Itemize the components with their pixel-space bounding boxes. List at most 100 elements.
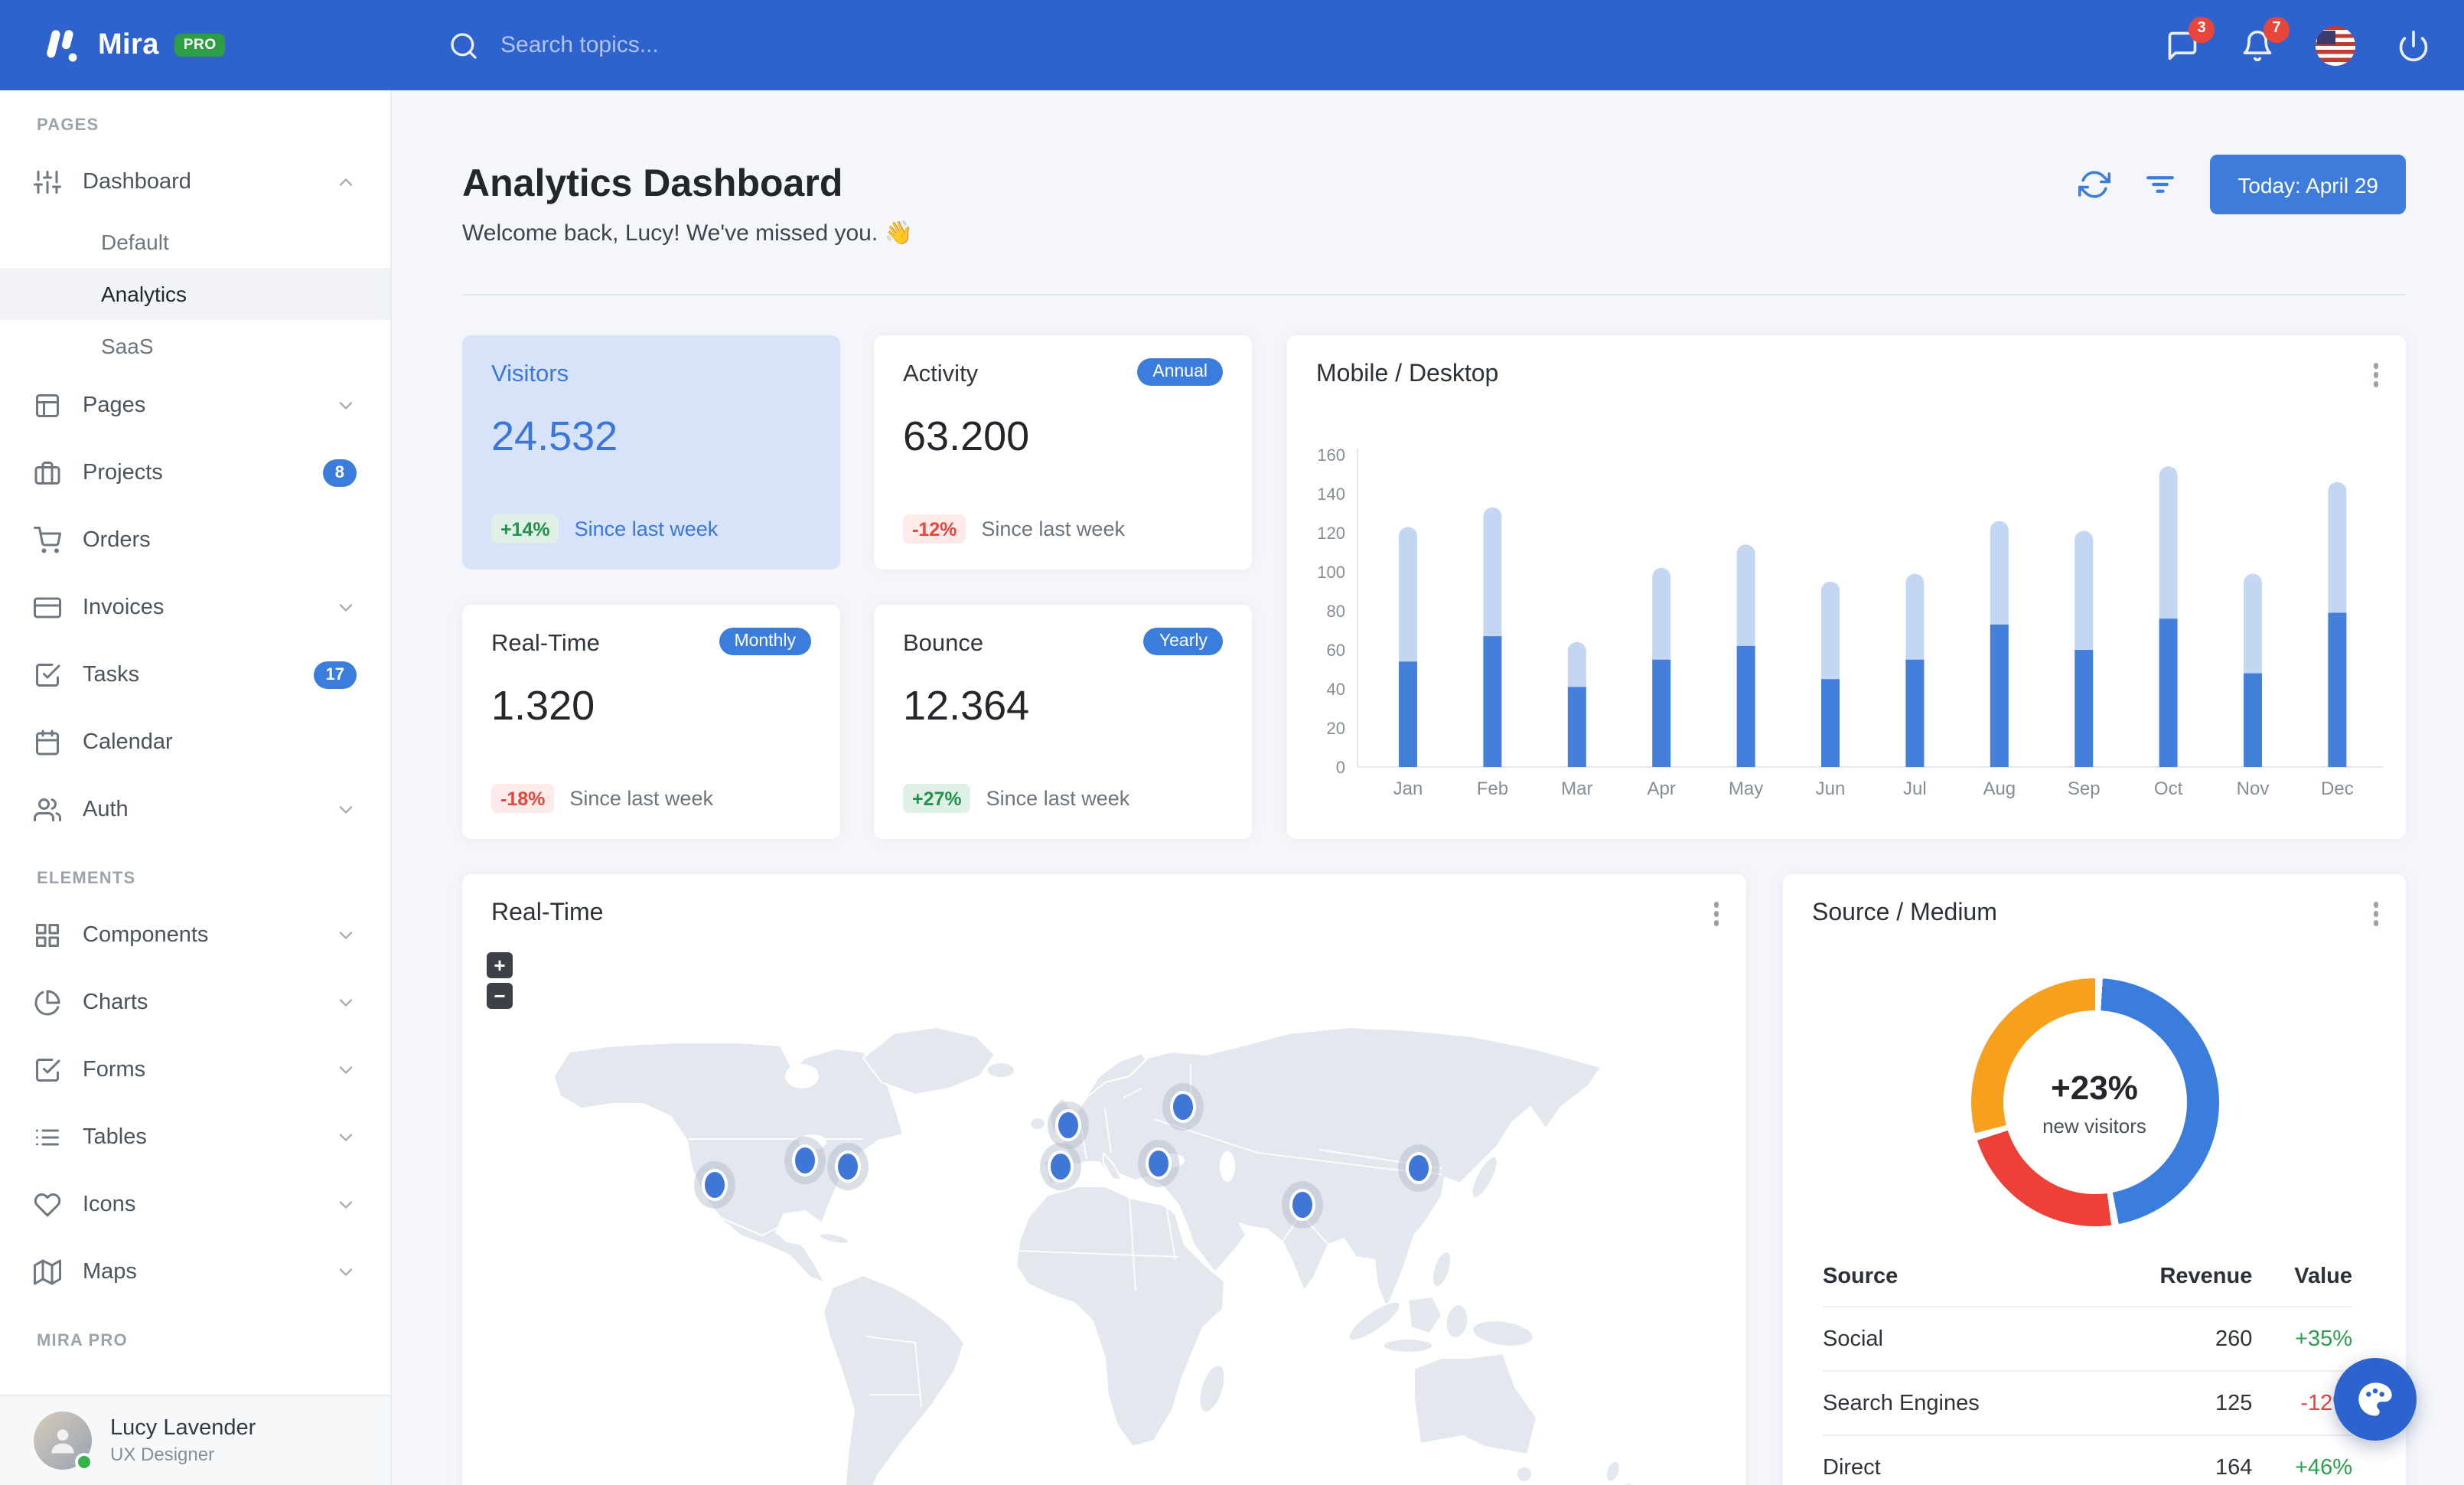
stat-card-activity: Activity Annual 63.200 -12% Since last week — [874, 335, 1252, 570]
sidebar-subitem-saas[interactable]: SaaS — [0, 320, 390, 372]
header-divider — [462, 294, 2406, 295]
bar-mobile-Apr — [1652, 659, 1671, 767]
sidebar-item-badge: 8 — [322, 459, 357, 487]
chevron-down-icon — [335, 1059, 357, 1081]
sidebar: PAGES Dashboard Default Analytics SaaS Pages P… — [0, 90, 392, 1485]
cell-revenue: 125 — [2092, 1370, 2253, 1435]
donut-center-value: +23% — [2051, 1068, 2138, 1106]
theme-settings-button[interactable] — [2334, 1358, 2417, 1441]
svg-text:Nov: Nov — [2237, 778, 2270, 799]
sidebar-subitem-analytics[interactable]: Analytics — [0, 268, 390, 320]
more-vertical-icon[interactable] — [1710, 899, 1722, 929]
date-button[interactable]: Today: April 29 — [2210, 155, 2406, 214]
bar-desktop-Nov — [2244, 573, 2262, 683]
stat-period-pill[interactable]: Monthly — [719, 628, 811, 655]
sidebar-item-auth[interactable]: Auth — [0, 776, 390, 844]
sidebar-item-label: Pages — [83, 393, 146, 418]
map-marker-india[interactable] — [1289, 1189, 1315, 1221]
sidebar-item-dashboard[interactable]: Dashboard — [0, 148, 390, 216]
svg-text:100: 100 — [1317, 563, 1345, 582]
svg-text:Sep: Sep — [2068, 778, 2101, 799]
search-input[interactable] — [497, 31, 993, 60]
map-zoom-out-button[interactable]: − — [487, 983, 513, 1009]
main-content: Analytics Dashboard Welcome back, Lucy! … — [390, 90, 2464, 1485]
sidebar-item-label: Tasks — [83, 663, 140, 687]
sidebar-item-pages[interactable]: Pages — [0, 372, 390, 439]
donut-center: +23% new visitors — [1970, 978, 2218, 1226]
sidebar-item-tables[interactable]: Tables — [0, 1104, 390, 1171]
sidebar-section-label: ELEMENTS — [37, 870, 136, 888]
sidebar-item-invoices[interactable]: Invoices — [0, 574, 390, 641]
svg-text:Feb: Feb — [1477, 778, 1508, 799]
user-name: Lucy Lavender — [110, 1416, 256, 1441]
sidebar-item-calendar[interactable]: Calendar — [0, 709, 390, 776]
stats-grid: Visitors 24.532 +14% Since last week Activit… — [462, 335, 1252, 839]
map-marker-new-york[interactable] — [835, 1150, 861, 1183]
page-title: Analytics Dashboard — [462, 162, 843, 205]
stat-delta-badge: -12% — [903, 514, 966, 543]
sidebar-item-projects[interactable]: Projects 8 — [0, 439, 390, 507]
map-marker-china[interactable] — [1406, 1152, 1432, 1184]
stat-delta-badge: -18% — [491, 784, 555, 813]
card-title: Source / Medium — [1812, 900, 1997, 926]
sidebar-item-tasks[interactable]: Tasks 17 — [0, 641, 390, 709]
notifications-button[interactable]: 7 — [2241, 16, 2290, 62]
brand[interactable]: Mira PRO — [0, 24, 392, 67]
chevron-down-icon — [335, 1194, 357, 1216]
refresh-button[interactable] — [2078, 168, 2111, 201]
sidebar-item-orders[interactable]: Orders — [0, 507, 390, 574]
sidebar-item-label: Icons — [83, 1193, 136, 1217]
stat-period-pill[interactable]: Yearly — [1143, 628, 1223, 655]
notifications-badge: 7 — [2264, 16, 2290, 42]
sidebar-item-components[interactable]: Components — [0, 902, 390, 969]
sidebar-item-maps[interactable]: Maps — [0, 1239, 390, 1306]
svg-text:Dec: Dec — [2321, 778, 2354, 799]
sidebar-item-badge: 17 — [313, 661, 357, 689]
sidebar-subitem-default[interactable]: Default — [0, 216, 390, 268]
map-zoom-in-button[interactable]: + — [487, 952, 513, 978]
bar-mobile-Sep — [2075, 650, 2094, 767]
map-marker-madrid[interactable] — [1048, 1150, 1074, 1183]
signout-button[interactable] — [2397, 28, 2430, 62]
bar-desktop-Jan — [1399, 527, 1417, 671]
sidebar-item-label: Tables — [83, 1125, 147, 1150]
check-square-icon — [34, 1056, 61, 1084]
filter-button[interactable] — [2144, 168, 2176, 201]
sidebar-item-icons[interactable]: Icons — [0, 1171, 390, 1239]
stat-period-pill[interactable]: Annual — [1137, 358, 1223, 386]
cell-revenue: 260 — [2092, 1306, 2253, 1371]
svg-text:Oct: Oct — [2154, 778, 2183, 799]
sidebar-item-label: Projects — [83, 461, 163, 485]
world-map[interactable]: + − — [462, 935, 1746, 1485]
bar-desktop-Aug — [1990, 521, 2009, 634]
map-marker-london[interactable] — [1055, 1109, 1081, 1141]
heart-icon — [34, 1191, 61, 1219]
svg-text:120: 120 — [1317, 524, 1345, 543]
messages-button[interactable]: 3 — [2166, 16, 2215, 62]
grid-icon — [34, 922, 61, 949]
language-flag-us-icon[interactable] — [2316, 25, 2355, 65]
map-marker-san-francisco[interactable] — [702, 1169, 728, 1201]
stat-card-bounce: Bounce Yearly 12.364 +27% Since last week — [874, 605, 1252, 839]
search-icon[interactable] — [448, 30, 479, 60]
avatar — [34, 1412, 93, 1471]
map-icon — [34, 1258, 61, 1286]
map-marker-black-sea[interactable] — [1146, 1147, 1172, 1180]
sidebar-nav: PAGES Dashboard Default Analytics SaaS Pages P… — [0, 90, 390, 1364]
map-marker-moscow[interactable] — [1170, 1091, 1196, 1123]
sidebar-item-label: Components — [83, 923, 209, 948]
sidebar-item-label: Maps — [83, 1260, 137, 1284]
svg-text:140: 140 — [1317, 485, 1345, 504]
app-root: Mira PRO 3 7 — [0, 0, 2464, 1485]
svg-text:Jul: Jul — [1903, 778, 1927, 799]
source-table: Source Revenue Value Social 260 +35% Search E… — [1823, 1248, 2352, 1485]
mira-logo-icon — [40, 24, 83, 67]
svg-text:Jun: Jun — [1816, 778, 1846, 799]
sidebar-item-forms[interactable]: Forms — [0, 1036, 390, 1104]
sidebar-user[interactable]: Lucy Lavender UX Designer — [0, 1395, 390, 1485]
map-marker-chicago[interactable] — [792, 1144, 818, 1177]
sidebar-item-charts[interactable]: Charts — [0, 969, 390, 1036]
more-vertical-icon[interactable] — [2370, 899, 2381, 929]
sidebar-section-label: MIRA PRO — [37, 1332, 128, 1350]
donut-center-label: new visitors — [2042, 1114, 2146, 1137]
